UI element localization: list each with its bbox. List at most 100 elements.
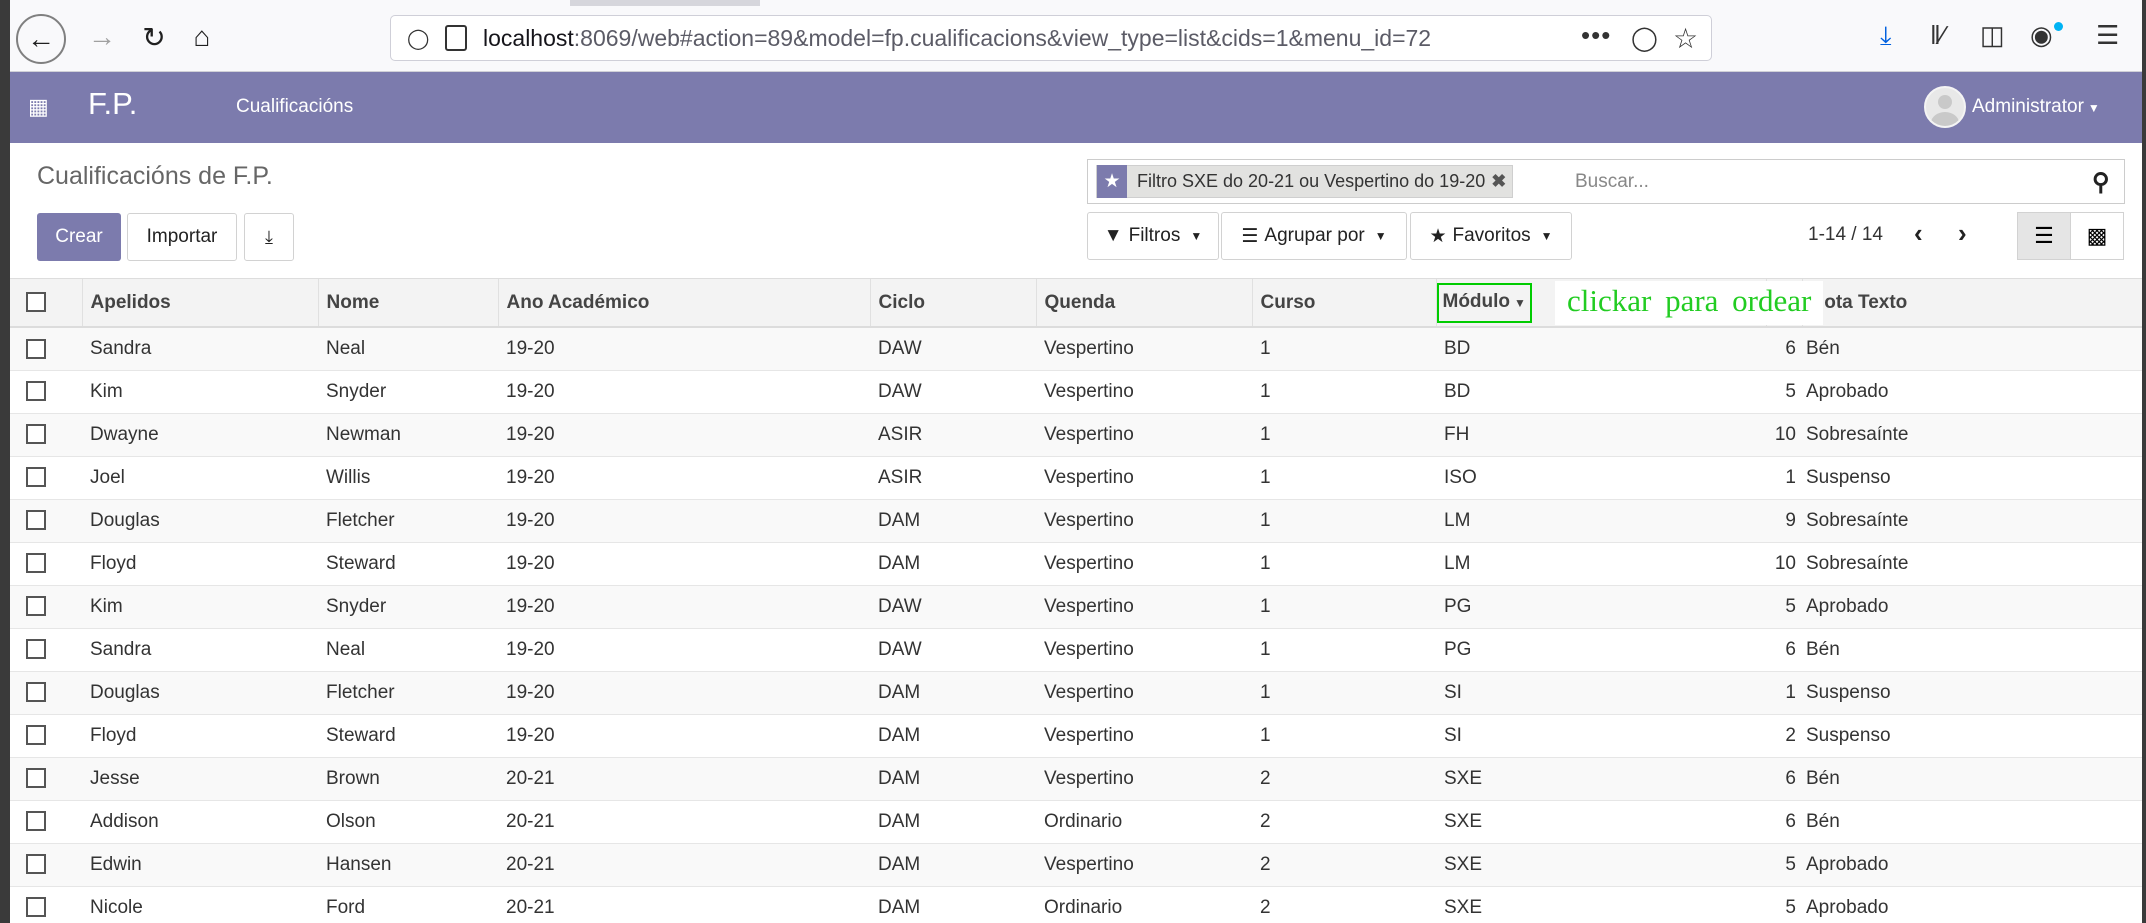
table-cell[interactable]: Fletcher [318,671,498,714]
table-cell[interactable]: Vespertino [1036,757,1252,800]
table-cell[interactable]: Vespertino [1036,413,1252,456]
table-cell[interactable]: LM [1436,542,1766,585]
table-cell[interactable]: SXE [1436,757,1766,800]
table-row[interactable]: Nicole Ford 20-21 DAM Ordinario 2 SXE 5 Aprobado [10,886,2142,923]
table-cell[interactable]: Vespertino [1036,456,1252,499]
table-row[interactable]: Joel Willis 19-20 ASIR Vespertino 1 ISO 1 Suspen… [10,456,2142,499]
table-cell[interactable]: DAM [870,757,1036,800]
table-cell[interactable]: DAM [870,714,1036,757]
table-cell[interactable]: 19-20 [498,327,870,370]
table-cell[interactable]: 1 [1252,714,1436,757]
table-cell[interactable]: 2 [1766,714,1802,757]
favorites-dropdown[interactable]: ★ Favoritos ▼ [1410,212,1572,260]
forward-arrow-icon[interactable]: → [82,17,122,57]
table-cell[interactable]: LM [1436,499,1766,542]
table-cell[interactable]: Floyd [82,714,318,757]
table-cell[interactable]: 1 [1252,370,1436,413]
table-cell[interactable]: 1 [1252,456,1436,499]
table-row[interactable]: Edwin Hansen 20-21 DAM Vespertino 2 SXE 5 Aproba… [10,843,2142,886]
row-checkbox[interactable] [26,510,46,531]
import-button[interactable]: Importar [127,213,237,261]
row-checkbox-cell[interactable] [10,413,82,456]
table-cell[interactable]: ASIR [870,456,1036,499]
table-cell[interactable]: 9 [1766,499,1802,542]
table-cell[interactable]: Aprobado [1802,843,2142,886]
table-cell[interactable]: SXE [1436,843,1766,886]
table-cell[interactable]: 10 [1766,413,1802,456]
table-cell[interactable]: Vespertino [1036,628,1252,671]
table-cell[interactable]: PG [1436,628,1766,671]
table-cell[interactable]: Steward [318,714,498,757]
column-header[interactable]: Nota Texto [1802,279,2142,327]
create-button[interactable]: Crear [37,213,121,261]
table-cell[interactable]: Suspenso [1802,456,2142,499]
table-cell[interactable]: Vespertino [1036,327,1252,370]
column-header[interactable]: Curso [1252,279,1437,327]
table-cell[interactable]: SXE [1436,886,1766,923]
table-cell[interactable]: 1 [1252,671,1436,714]
row-checkbox[interactable] [26,381,46,402]
table-cell[interactable]: 19-20 [498,370,870,413]
row-checkbox-cell[interactable] [10,886,82,923]
table-cell[interactable]: 2 [1252,757,1436,800]
row-checkbox-cell[interactable] [10,456,82,499]
table-cell[interactable]: DAW [870,628,1036,671]
download-icon[interactable]: ⤓ [1880,20,1892,52]
table-cell[interactable]: Sandra [82,327,318,370]
table-cell[interactable]: Willis [318,456,498,499]
table-cell[interactable]: PG [1436,585,1766,628]
table-cell[interactable]: DAM [870,800,1036,843]
table-cell[interactable]: 19-20 [498,456,870,499]
table-cell[interactable]: DAW [870,327,1036,370]
table-cell[interactable]: 19-20 [498,413,870,456]
url-text[interactable]: localhost:8069/web#action=89&model=fp.cu… [483,25,1431,52]
table-cell[interactable]: Jesse [82,757,318,800]
search-facet[interactable]: ★ Filtro SXE do 20-21 ou Vespertino do 1… [1096,165,1514,198]
table-row[interactable]: Kim Snyder 19-20 DAW Vespertino 1 BD 5 Aprobado [10,370,2142,413]
graph-view-icon[interactable]: ▩ [2070,212,2124,260]
row-checkbox-cell[interactable] [10,671,82,714]
reload-icon[interactable]: ↻ [134,17,174,57]
user-menu[interactable]: Administrator ▼ [1972,96,2100,118]
row-checkbox[interactable] [26,639,46,660]
table-cell[interactable]: 20-21 [498,757,870,800]
table-cell[interactable]: Vespertino [1036,542,1252,585]
column-header[interactable]: Ano Académico [498,279,871,327]
column-header[interactable]: Apelidos [82,279,319,327]
table-cell[interactable]: Aprobado [1802,585,2142,628]
table-cell[interactable]: 19-20 [498,542,870,585]
table-cell[interactable]: Vespertino [1036,370,1252,413]
table-row[interactable]: Douglas Fletcher 19-20 DAM Vespertino 1 SI 1 Sus… [10,671,2142,714]
table-row[interactable]: Douglas Fletcher 19-20 DAM Vespertino 1 LM 9 Sob… [10,499,2142,542]
table-cell[interactable]: 19-20 [498,499,870,542]
table-cell[interactable]: BD [1436,327,1766,370]
table-cell[interactable]: Addison [82,800,318,843]
row-checkbox[interactable] [26,424,46,445]
table-cell[interactable]: Sobresaínte [1802,499,2142,542]
row-checkbox-cell[interactable] [10,628,82,671]
groupby-dropdown[interactable]: ☰ Agrupar por ▼ [1221,212,1407,260]
table-cell[interactable]: 5 [1766,370,1802,413]
table-cell[interactable]: 10 [1766,542,1802,585]
table-cell[interactable]: Nicole [82,886,318,923]
table-row[interactable]: Jesse Brown 20-21 DAM Vespertino 2 SXE 6 Bén [10,757,2142,800]
apps-grid-icon[interactable]: ▦ [28,94,49,120]
table-cell[interactable]: 2 [1252,886,1436,923]
table-cell[interactable]: Ordinario [1036,886,1252,923]
pocket-icon[interactable]: ◯ [1631,24,1658,53]
table-cell[interactable]: ISO [1436,456,1766,499]
table-cell[interactable]: ASIR [870,413,1036,456]
table-cell[interactable]: DAW [870,585,1036,628]
table-cell[interactable]: Edwin [82,843,318,886]
table-row[interactable]: Sandra Neal 19-20 DAW Vespertino 1 PG 6 Bén [10,628,2142,671]
table-cell[interactable]: Dwayne [82,413,318,456]
table-cell[interactable]: Joel [82,456,318,499]
avatar[interactable] [1924,86,1966,128]
table-cell[interactable]: Snyder [318,585,498,628]
row-checkbox[interactable] [26,682,46,703]
table-cell[interactable]: SI [1436,714,1766,757]
table-cell[interactable]: 20-21 [498,800,870,843]
table-cell[interactable]: Kim [82,585,318,628]
table-cell[interactable]: Brown [318,757,498,800]
table-cell[interactable]: Vespertino [1036,714,1252,757]
